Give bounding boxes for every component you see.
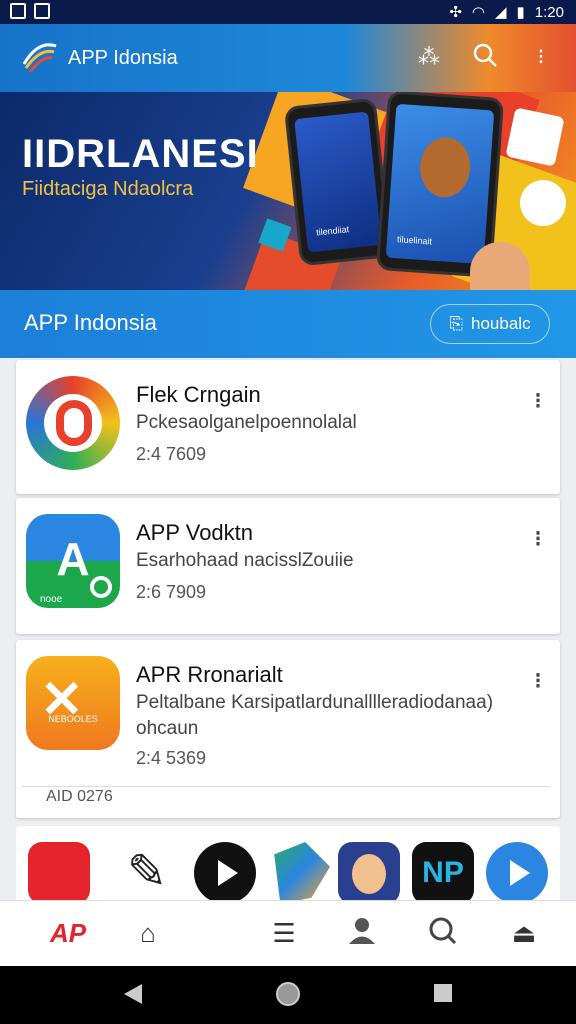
app-card[interactable]: ✕ NEBOOLES APR Rronarialt Peltalbane Kar… [16,640,560,818]
promo-banner[interactable]: IIDRLANESI Fiidtaciga Ndaolcra tilendiia… [0,92,576,290]
image-icon [34,3,50,19]
home-icon[interactable]: ⌂ [130,915,166,951]
app-description: Esarhohaad nacisslZouiie [136,550,354,571]
wifi-icon: ◠ [471,4,485,21]
notification-icon [10,3,26,19]
app-icon[interactable]: A nooe [26,514,120,608]
search-tab-icon[interactable] [424,915,460,951]
search-icon[interactable] [470,42,500,72]
app-meta: 2:6 7909 [136,582,207,602]
app-logo [22,43,57,73]
section-header: APP Indonsia ⎘ houbalc [0,290,576,358]
list-icon[interactable]: ☰ [266,915,302,951]
app-meta: 2:4 7609 [136,444,207,464]
app-footer-label: AID 0276 [46,788,113,805]
app-icon[interactable]: ✕ NEBOOLES [26,656,120,750]
app-card[interactable]: Flek Crngain Pckesaolganelpoennolalal 2:… [16,360,560,494]
share-icon[interactable]: ⁂ [414,42,444,72]
play-store-icon [520,180,566,226]
app-description: Pckesaolganelpoennolalal [136,412,357,433]
vibrate-icon: ✣ [449,4,462,21]
play-icon[interactable] [486,842,548,904]
recents-icon[interactable] [434,984,452,1002]
more-options-icon[interactable]: ⁝ [526,42,556,72]
bookmark-button-label: houbalc [471,314,531,333]
app-bar: APP Idonsia ⁂ ⁝ [0,24,576,92]
status-time: 1:20 [534,3,564,21]
play-icon[interactable] [194,842,256,904]
app-icon[interactable] [26,376,120,470]
app-name: APP Vodktn [136,520,254,545]
brand-logo-tab[interactable]: AP [36,915,100,951]
banner-subline: Fiidtaciga Ndaolcra [22,178,194,200]
app-shortcut-icon[interactable]: NP [412,842,474,904]
app-shortcut-icon[interactable] [28,842,90,904]
avatar-app-icon[interactable] [338,842,400,904]
app-meta: 2:4 5369 [136,748,207,768]
overflow-menu-icon[interactable]: ⁝ [530,390,546,426]
store-badge-icon [505,107,565,167]
profile-icon[interactable] [344,915,380,951]
bookmark-icon: ⎘ [449,314,464,333]
app-description: Peltalbane Karsipatlardunalllleradiodana… [136,692,494,739]
bottom-navigation: AP ⌂ ☰ ⏏ [0,900,576,966]
back-icon[interactable] [124,984,142,1004]
status-bar: ✣ ◠ ◢ ▮ 1:20 [0,0,576,24]
battery-icon: ▮ [516,4,525,21]
phone-illustration: tilendiiat [283,97,393,267]
app-card[interactable]: A nooe APP Vodktn Esarhohaad nacisslZoui… [16,498,560,634]
bird-icon[interactable] [274,842,330,904]
banner-headline: IIDRLANESI [22,132,259,176]
bookmark-button[interactable]: ⎘ houbalc [430,304,550,344]
app-shortcut-icon[interactable]: ✎ [116,842,178,904]
signal-icon: ◢ [494,4,507,21]
overflow-menu-icon[interactable]: ⁝ [530,528,546,564]
overflow-menu-icon[interactable]: ⁝ [530,670,546,706]
system-navigation [0,966,576,1024]
app-title: APP Idonsia [68,47,178,69]
notifications-icon[interactable]: ⏏ [506,915,542,951]
app-name: Flek Crngain [136,382,261,407]
section-title: APP Indonsia [24,310,157,335]
home-button-icon[interactable] [276,982,300,1006]
app-name: APR Rronarialt [136,662,283,687]
